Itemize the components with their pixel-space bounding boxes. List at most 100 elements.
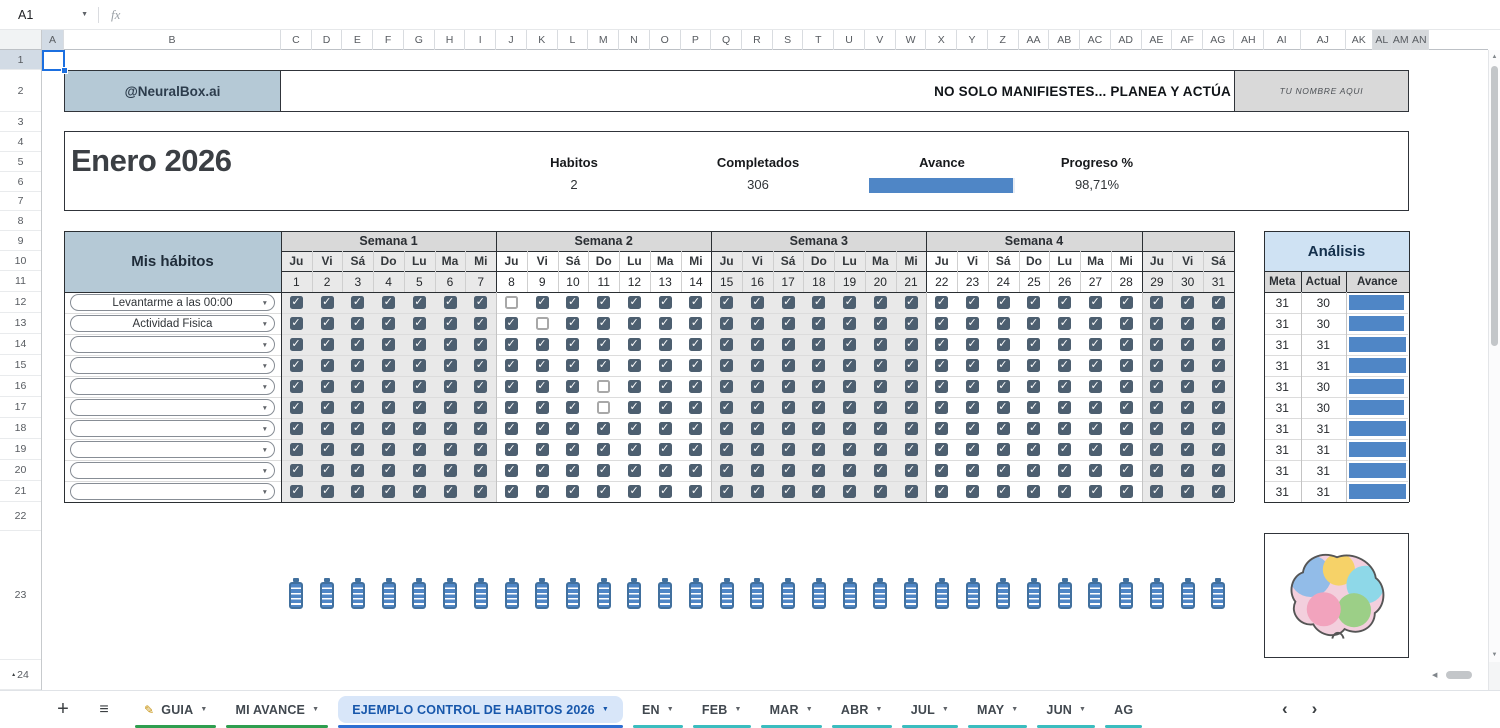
checkbox-habit4-day25[interactable]: [1027, 358, 1041, 372]
day-number-26[interactable]: 26: [1049, 271, 1080, 292]
column-header-AI[interactable]: AI: [1264, 30, 1301, 50]
checkbox-habit7-day17[interactable]: [781, 421, 795, 435]
checkbox-habit4-day22[interactable]: [935, 358, 949, 372]
day-number-28[interactable]: 28: [1111, 271, 1142, 292]
habit-dropdown-6[interactable]: ▼: [70, 399, 275, 416]
checkbox-habit7-day6[interactable]: [443, 421, 457, 435]
checkbox-habit5-day27[interactable]: [1088, 379, 1102, 393]
checkbox-habit4-day8[interactable]: [505, 358, 518, 372]
checkbox-habit5-day9[interactable]: [535, 379, 549, 393]
checkbox-habit8-day29[interactable]: [1150, 442, 1164, 456]
day-number-13[interactable]: 13: [650, 271, 681, 292]
checkbox-habit3-day15[interactable]: [720, 337, 734, 351]
day-number-8[interactable]: 8: [496, 271, 527, 292]
checkbox-habit6-day27[interactable]: [1088, 400, 1102, 414]
checkbox-habit8-day20[interactable]: [873, 442, 887, 456]
checkbox-habit2-day5[interactable]: [412, 316, 426, 330]
checkbox-habit1-day14[interactable]: [689, 295, 703, 309]
checkbox-habit6-day10[interactable]: [566, 400, 580, 414]
checkbox-habit10-day20[interactable]: [873, 484, 887, 498]
checkbox-habit9-day18[interactable]: [812, 463, 826, 477]
checkbox-habit5-day25[interactable]: [1027, 379, 1041, 393]
checkbox-habit6-day11[interactable]: [597, 401, 611, 414]
row-header-7[interactable]: 7: [0, 192, 41, 211]
checkbox-habit1-day22[interactable]: [935, 295, 949, 309]
checkbox-habit5-day22[interactable]: [935, 379, 949, 393]
checkbox-habit9-day6[interactable]: [443, 463, 457, 477]
checkbox-habit10-day7[interactable]: [474, 484, 488, 498]
checkbox-habit5-day29[interactable]: [1150, 379, 1164, 393]
checkbox-habit4-day7[interactable]: [474, 358, 488, 372]
checkbox-habit5-day8[interactable]: [505, 379, 518, 393]
tab-dropdown-icon[interactable]: ▼: [942, 706, 949, 713]
checkbox-habit6-day1[interactable]: [289, 400, 303, 414]
checkbox-habit10-day10[interactable]: [566, 484, 580, 498]
checkbox-habit5-day17[interactable]: [781, 379, 795, 393]
checkbox-habit7-day9[interactable]: [535, 421, 549, 435]
checkbox-habit7-day16[interactable]: [750, 421, 764, 435]
tab-dropdown-icon[interactable]: ▼: [1079, 706, 1086, 713]
checkbox-habit10-day30[interactable]: [1181, 484, 1195, 498]
checkbox-habit7-day1[interactable]: [289, 421, 303, 435]
habit-dropdown-9[interactable]: ▼: [70, 462, 275, 479]
checkbox-habit1-day12[interactable]: [627, 295, 641, 309]
checkbox-habit9-day21[interactable]: [904, 463, 918, 477]
column-header-T[interactable]: T: [803, 30, 835, 50]
checkbox-habit3-day19[interactable]: [843, 337, 857, 351]
checkbox-habit5-day20[interactable]: [873, 379, 887, 393]
checkbox-habit2-day30[interactable]: [1181, 316, 1195, 330]
checkbox-habit8-day21[interactable]: [904, 442, 918, 456]
checkbox-habit6-day22[interactable]: [935, 400, 949, 414]
checkbox-habit10-day26[interactable]: [1058, 484, 1072, 498]
checkbox-habit9-day4[interactable]: [382, 463, 396, 477]
checkbox-habit10-day8[interactable]: [505, 484, 518, 498]
checkbox-habit4-day6[interactable]: [443, 358, 457, 372]
checkbox-habit5-day18[interactable]: [812, 379, 826, 393]
sheet-tab-ejemplo-control-de-habitos-2026[interactable]: EJEMPLO CONTROL DE HABITOS 2026 ▼: [333, 691, 628, 728]
checkbox-habit2-day14[interactable]: [689, 316, 703, 330]
checkbox-habit7-day15[interactable]: [720, 421, 734, 435]
column-header-J[interactable]: J: [496, 30, 527, 50]
day-number-1[interactable]: 1: [281, 271, 312, 292]
row-header-19[interactable]: 19: [0, 439, 41, 460]
checkbox-habit6-day21[interactable]: [904, 400, 918, 414]
name-box-dropdown-icon[interactable]: ▼: [81, 11, 88, 18]
checkbox-habit2-day8[interactable]: [505, 316, 518, 330]
scroll-down-icon[interactable]: ▼: [1489, 648, 1500, 662]
checkbox-habit8-day12[interactable]: [627, 442, 641, 456]
column-header-AN[interactable]: AN: [1410, 30, 1429, 50]
checkbox-habit6-day4[interactable]: [382, 400, 396, 414]
formula-input[interactable]: [120, 0, 1500, 29]
checkbox-habit8-day16[interactable]: [750, 442, 764, 456]
column-header-AK[interactable]: AK: [1346, 30, 1373, 50]
checkbox-habit5-day1[interactable]: [289, 379, 303, 393]
checkbox-habit8-day6[interactable]: [443, 442, 457, 456]
row-header-12[interactable]: 12: [0, 292, 41, 313]
checkbox-habit4-day21[interactable]: [904, 358, 918, 372]
checkbox-habit1-day3[interactable]: [351, 295, 365, 309]
checkbox-habit4-day12[interactable]: [627, 358, 641, 372]
row-header-2[interactable]: 2: [0, 70, 41, 112]
checkbox-habit5-day15[interactable]: [720, 379, 734, 393]
checkbox-habit2-day28[interactable]: [1119, 316, 1133, 330]
checkbox-habit9-day19[interactable]: [843, 463, 857, 477]
checkbox-habit3-day11[interactable]: [597, 337, 611, 351]
column-header-C[interactable]: C: [281, 30, 312, 50]
habit-dropdown-3[interactable]: ▼: [70, 336, 275, 353]
column-header-X[interactable]: X: [926, 30, 958, 50]
checkbox-habit4-day18[interactable]: [812, 358, 826, 372]
day-number-23[interactable]: 23: [957, 271, 988, 292]
day-number-7[interactable]: 7: [465, 271, 496, 292]
checkbox-habit2-day18[interactable]: [812, 316, 826, 330]
checkbox-habit3-day17[interactable]: [781, 337, 795, 351]
checkbox-habit4-day9[interactable]: [535, 358, 549, 372]
column-header-F[interactable]: F: [373, 30, 404, 50]
checkbox-habit10-day29[interactable]: [1150, 484, 1164, 498]
column-header-AH[interactable]: AH: [1234, 30, 1264, 50]
column-header-B[interactable]: B: [64, 30, 281, 50]
checkbox-habit5-day13[interactable]: [658, 379, 672, 393]
sheet-tab-jul[interactable]: JUL ▼: [897, 691, 963, 728]
row-header-8[interactable]: 8: [0, 211, 41, 231]
checkbox-habit4-day19[interactable]: [843, 358, 857, 372]
checkbox-habit4-day24[interactable]: [996, 358, 1010, 372]
